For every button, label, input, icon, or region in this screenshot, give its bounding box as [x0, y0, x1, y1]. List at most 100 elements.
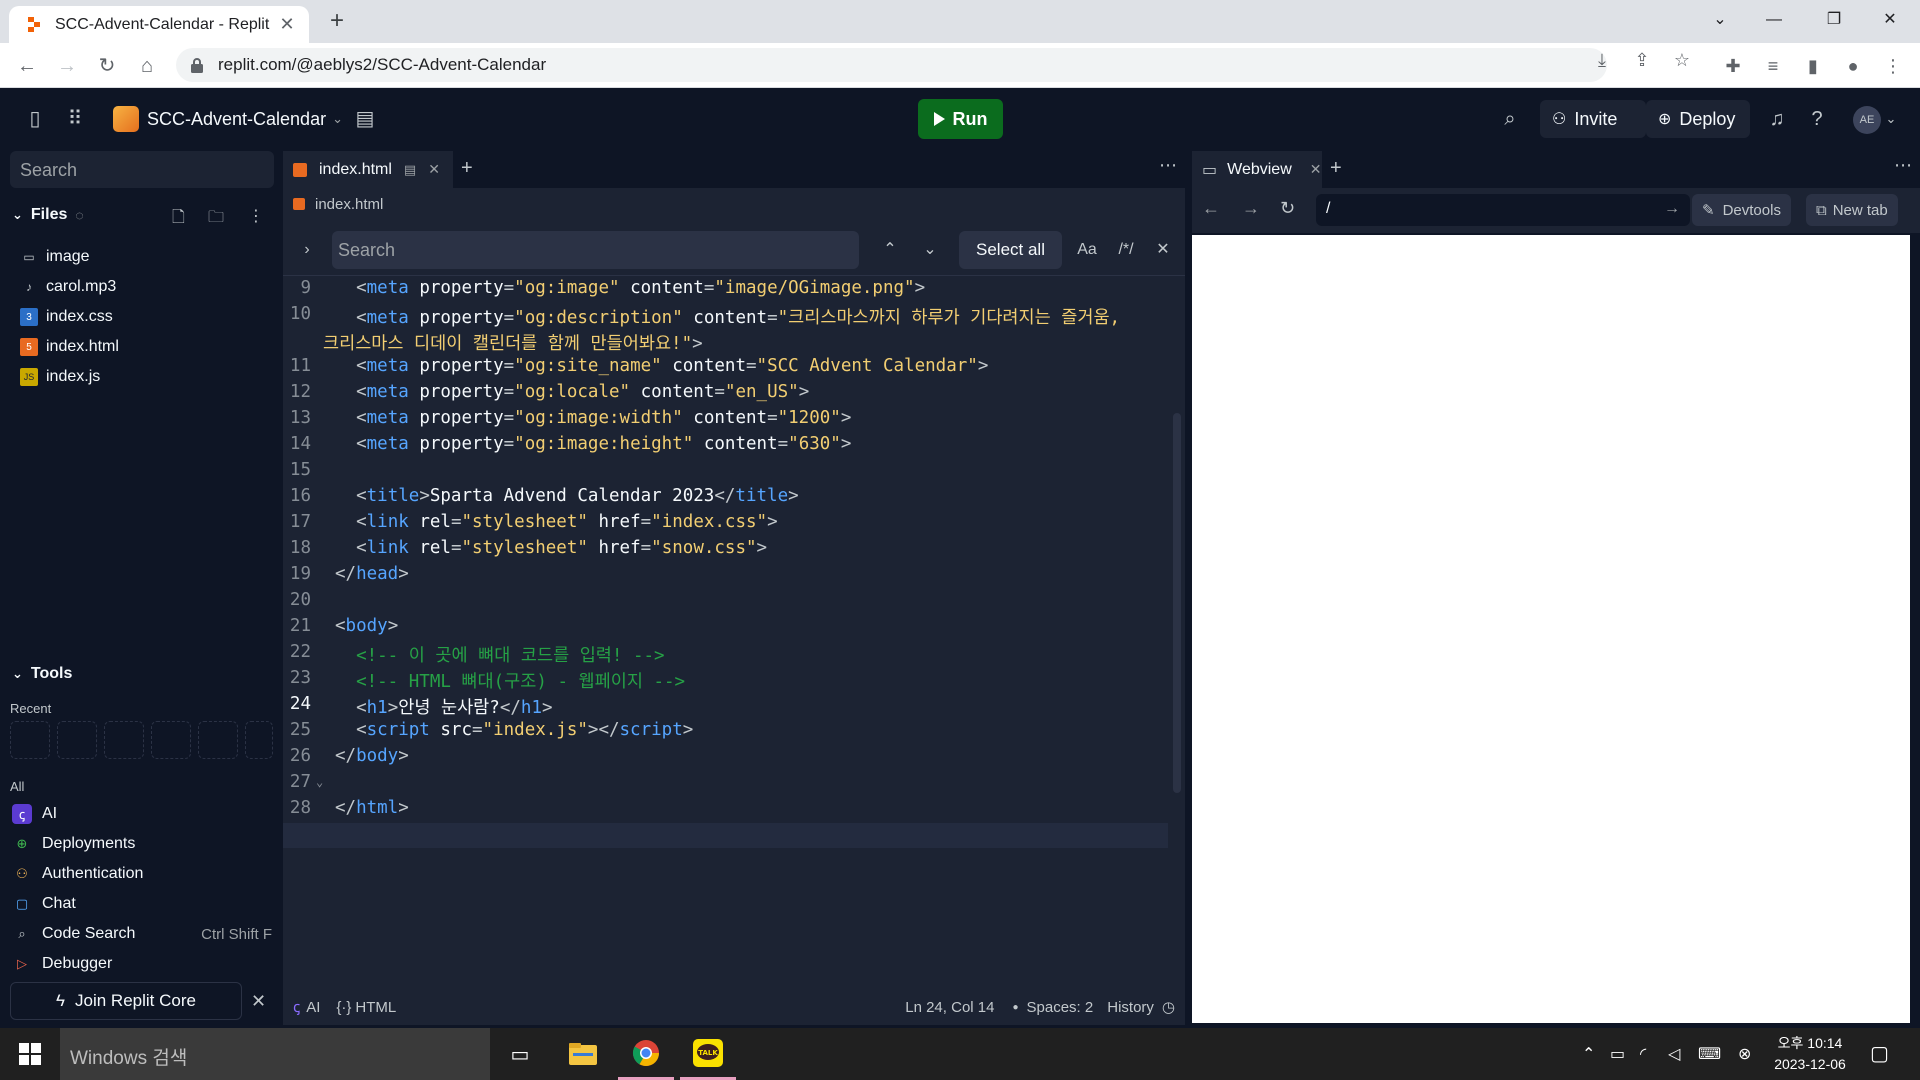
media-control-icon[interactable]: ≡: [1760, 53, 1786, 79]
code-line[interactable]: <link rel="stylesheet" href="snow.css">: [335, 538, 767, 558]
sidebar-toggle-icon[interactable]: ▯: [22, 106, 48, 132]
tab-search-icon[interactable]: ⌄: [1706, 8, 1734, 32]
task-view-icon[interactable]: ▭: [492, 1028, 548, 1080]
code-line[interactable]: <h1>안녕 눈사람?</h1>: [335, 694, 552, 719]
deploy-button[interactable]: ⊕ Deploy: [1646, 100, 1750, 138]
code-line[interactable]: <meta property="og:description" content=…: [335, 304, 1120, 329]
webview-content[interactable]: [1192, 235, 1910, 1023]
project-info-icon[interactable]: ▤: [352, 106, 378, 132]
code-area[interactable]: 9 <meta property="og:image" content="ima…: [283, 278, 1168, 848]
new-folder-icon[interactable]: 🗀: [208, 206, 224, 233]
code-line[interactable]: <meta property="og:image:width" content=…: [335, 408, 851, 428]
tool-debugger[interactable]: ▷ Debugger: [12, 950, 272, 978]
pane-menu-icon[interactable]: ⋯: [1894, 155, 1912, 176]
windows-start-icon[interactable]: [2, 1028, 58, 1080]
keyboard-icon[interactable]: ⌨: [1698, 1044, 1721, 1064]
match-case-toggle[interactable]: Aa: [1070, 236, 1104, 264]
share-icon[interactable]: ⇪: [1629, 47, 1655, 73]
code-line[interactable]: <link rel="stylesheet" href="index.css">: [335, 512, 778, 532]
user-avatar[interactable]: AE: [1853, 106, 1881, 134]
address-bar[interactable]: replit.com/@aeblys2/SCC-Advent-Calendar: [176, 48, 1607, 82]
chrome-taskbar-icon[interactable]: [618, 1028, 674, 1080]
go-arrow-icon[interactable]: →: [1664, 200, 1680, 218]
status-language[interactable]: HTML: [355, 999, 396, 1016]
file-item-index-css[interactable]: 3 index.css: [20, 303, 113, 331]
file-item-carol[interactable]: ♪ carol.mp3: [20, 273, 116, 301]
status-ai[interactable]: AI: [306, 999, 320, 1016]
tools-section-header[interactable]: ⌄ Tools: [12, 665, 72, 683]
search-icon[interactable]: ⌕: [1497, 106, 1523, 132]
code-line[interactable]: <body>: [335, 616, 398, 636]
file-item-image[interactable]: ▭ image: [20, 243, 89, 271]
expand-replace-icon[interactable]: ›: [293, 236, 321, 264]
previous-match-icon[interactable]: ⌃: [876, 236, 904, 264]
code-line[interactable]: </html>: [335, 798, 409, 818]
invite-button[interactable]: ⚇ Invite: [1540, 100, 1646, 138]
help-icon[interactable]: ?: [1804, 106, 1830, 132]
notification-center-icon[interactable]: ▢: [1870, 1041, 1889, 1066]
file-item-index-js[interactable]: JS index.js: [20, 363, 100, 391]
fold-chevron-icon[interactable]: ⌄: [316, 775, 323, 789]
browser-tab[interactable]: SCC-Advent-Calendar - Replit ✕: [9, 6, 309, 43]
code-line[interactable]: <script src="index.js"></script>: [335, 720, 693, 740]
back-icon[interactable]: ←: [14, 53, 40, 79]
tool-ai[interactable]: ꞔ AI: [12, 800, 272, 828]
close-find-icon[interactable]: ✕: [1149, 236, 1177, 264]
code-line[interactable]: <!-- 이 곳에 뼈대 코드를 입력! -->: [335, 642, 665, 667]
breadcrumb-item[interactable]: index.html: [315, 196, 383, 213]
tray-overflow-icon[interactable]: ⌃: [1582, 1044, 1595, 1064]
home-icon[interactable]: ⌂: [134, 53, 160, 79]
code-line[interactable]: 크리스마스 디데이 캘린더를 함께 만들어봐요!">: [323, 330, 703, 355]
join-replit-core-button[interactable]: ϟ Join Replit Core: [10, 982, 242, 1020]
reload-icon[interactable]: ↻: [94, 53, 120, 79]
status-history[interactable]: History: [1107, 999, 1154, 1016]
network-icon[interactable]: ◜: [1640, 1044, 1646, 1064]
split-view-icon[interactable]: ▤: [404, 162, 416, 178]
editor-scrollbar[interactable]: [1173, 413, 1181, 793]
tool-authentication[interactable]: ⚇ Authentication: [12, 860, 272, 888]
side-panel-icon[interactable]: ▮: [1800, 53, 1826, 79]
restore-icon[interactable]: ❐: [1820, 8, 1848, 32]
tool-deployments[interactable]: ⊕ Deployments: [12, 830, 272, 858]
tool-code-search[interactable]: ⌕ Code Search Ctrl Shift F: [12, 920, 272, 948]
devtools-button[interactable]: ✎ Devtools: [1692, 194, 1791, 226]
avatar-chevron-icon[interactable]: ⌄: [1883, 106, 1899, 132]
code-line[interactable]: <meta property="og:locale" content="en_U…: [335, 382, 809, 402]
window-close-icon[interactable]: ✕: [1876, 8, 1904, 32]
windows-search-input[interactable]: Windows 검색: [60, 1028, 490, 1080]
close-tab-icon[interactable]: ✕: [277, 14, 297, 35]
install-app-icon[interactable]: ⤓: [1589, 47, 1615, 73]
status-cursor-position[interactable]: Ln 24, Col 14: [905, 999, 994, 1016]
forward-icon[interactable]: →: [54, 53, 80, 79]
code-line[interactable]: <title>Sparta Advend Calendar 2023</titl…: [335, 486, 799, 506]
kakaotalk-taskbar-icon[interactable]: TALK: [680, 1028, 736, 1080]
close-tab-icon[interactable]: ✕: [1310, 161, 1322, 178]
new-tab-icon[interactable]: +: [1330, 157, 1342, 180]
battery-icon[interactable]: ▭: [1610, 1044, 1625, 1064]
next-match-icon[interactable]: ⌄: [916, 236, 944, 264]
webview-tab[interactable]: ▭ Webview ✕: [1192, 151, 1322, 188]
bookmark-star-icon[interactable]: ☆: [1669, 47, 1695, 73]
extensions-icon[interactable]: ✚: [1720, 53, 1746, 79]
notifications-bell-icon[interactable]: ♫: [1764, 106, 1790, 132]
file-item-index-html[interactable]: 5 index.html: [20, 333, 119, 361]
open-new-tab-button[interactable]: ⧉ New tab: [1806, 194, 1898, 226]
pane-menu-icon[interactable]: ⋯: [1159, 155, 1177, 176]
code-line[interactable]: <meta property="og:image" content="image…: [335, 278, 925, 298]
back-icon[interactable]: ←: [1202, 198, 1220, 219]
ime-icon[interactable]: ⊗: [1738, 1044, 1751, 1064]
close-tab-icon[interactable]: ✕: [428, 161, 440, 178]
file-explorer-icon[interactable]: [555, 1028, 611, 1080]
find-input[interactable]: Search: [332, 231, 859, 269]
new-tab-icon[interactable]: +: [461, 157, 473, 180]
code-line[interactable]: <meta property="og:image:height" content…: [335, 434, 851, 454]
select-all-button[interactable]: Select all: [959, 231, 1062, 269]
replit-home-icon[interactable]: ⠿: [62, 106, 88, 132]
files-menu-icon[interactable]: ⋮: [248, 206, 264, 226]
forward-icon[interactable]: →: [1242, 198, 1260, 219]
code-line[interactable]: <!-- HTML 뼈대(구조) - 웹페이지 -->: [335, 668, 685, 693]
regex-toggle[interactable]: /*/: [1109, 236, 1143, 264]
editor-tab-index-html[interactable]: index.html ▤ ✕: [283, 151, 453, 188]
close-icon[interactable]: ✕: [251, 991, 266, 1012]
project-switcher[interactable]: SCC-Advent-Calendar ⌄: [113, 104, 343, 134]
